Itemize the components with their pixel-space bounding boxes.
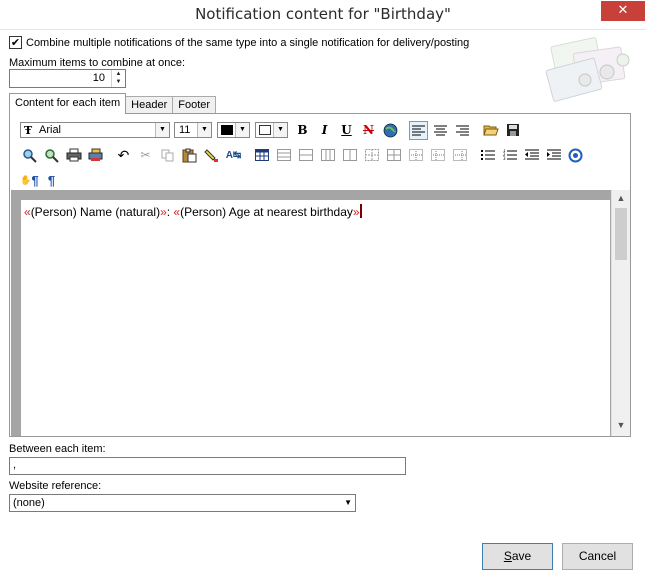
chevron-down-icon[interactable]: ▼	[155, 123, 169, 137]
open-folder-icon[interactable]	[481, 121, 500, 140]
text-color-select[interactable]: ▼	[217, 122, 250, 138]
bullet-list-icon[interactable]	[478, 146, 497, 165]
tab-content-each-item[interactable]: Content for each item	[9, 93, 127, 114]
print-icon[interactable]	[64, 146, 83, 165]
strikethrough-button[interactable]: N	[359, 121, 378, 140]
tab-footer[interactable]: Footer	[172, 96, 217, 114]
bg-color-swatch	[259, 125, 271, 135]
save-button[interactable]: Save	[482, 543, 553, 570]
align-left-icon[interactable]	[409, 120, 428, 140]
font-size-select[interactable]: 11 ▼	[174, 122, 212, 138]
table-merge-icon[interactable]	[362, 146, 381, 165]
save-disk-icon[interactable]	[503, 121, 522, 140]
numbered-list-icon[interactable]: 123	[500, 146, 519, 165]
indent-increase-icon[interactable]	[544, 146, 563, 165]
chevron-down-icon[interactable]: ▼	[344, 498, 352, 507]
tab-header[interactable]: Header	[125, 96, 174, 114]
scroll-down-icon[interactable]: ▼	[612, 417, 630, 434]
window-title: Notification content for "Birthday"	[195, 5, 451, 23]
spell-check-icon[interactable]	[566, 146, 585, 165]
font-icon: Ŧ	[24, 124, 33, 137]
website-reference-value: (none)	[13, 497, 45, 509]
cancel-button[interactable]: Cancel	[562, 543, 633, 570]
chevron-down-icon[interactable]: ▼	[273, 123, 287, 137]
highlighter-icon[interactable]	[202, 146, 221, 165]
combine-label: Combine multiple notifications of the sa…	[26, 36, 470, 49]
edit-toolbar: ↶ ✂ A↹ 123	[20, 145, 588, 165]
table-borders-icon[interactable]	[406, 146, 425, 165]
scrollbar-thumb[interactable]	[615, 208, 627, 260]
font-size-value: 11	[179, 124, 191, 136]
between-items-label: Between each item:	[9, 443, 106, 455]
text-caret	[359, 204, 362, 218]
align-center-icon[interactable]	[431, 121, 450, 140]
indent-decrease-icon[interactable]	[522, 146, 541, 165]
merge-field-age[interactable]: (Person) Age at nearest birthday	[180, 205, 353, 219]
text-color-swatch	[221, 125, 233, 135]
scroll-up-icon[interactable]: ▲	[612, 190, 630, 207]
pilcrow-icon[interactable]: ¶	[42, 171, 61, 190]
tab-panel: Ŧ Arial ▼ 11 ▼ ▼ ▼ B I U N ↶ ✂ A↹ 1 2 3 …	[9, 113, 631, 437]
max-items-spinner[interactable]: 10 ▲ ▼	[9, 69, 126, 88]
chevron-down-icon[interactable]: ▼	[235, 123, 249, 137]
max-items-value[interactable]: 10	[93, 72, 105, 84]
paragraph-toolbar: ✋ ¶ ¶	[20, 170, 64, 190]
zoom-out-icon[interactable]	[42, 146, 61, 165]
merge-field-close: »	[160, 205, 167, 219]
italic-button[interactable]: I	[315, 121, 334, 140]
insert-table-icon[interactable]	[252, 146, 271, 165]
title-bar: Notification content for "Birthday" ✕	[0, 0, 646, 30]
font-name-value: Arial	[39, 124, 62, 136]
format-toolbar: Ŧ Arial ▼ 11 ▼ ▼ ▼ B I U N	[20, 120, 525, 140]
cut-icon[interactable]: ✂	[136, 146, 155, 165]
spin-down-icon[interactable]: ▼	[112, 78, 125, 86]
table-delete-row-icon[interactable]	[296, 146, 315, 165]
table-props-icon[interactable]	[450, 146, 469, 165]
close-button[interactable]: ✕	[601, 1, 645, 21]
table-insert-row-icon[interactable]	[274, 146, 293, 165]
align-right-icon[interactable]	[453, 121, 472, 140]
bg-color-select[interactable]: ▼	[255, 122, 288, 138]
editor-frame: «(Person) Name (natural)»: «(Person) Age…	[11, 190, 630, 436]
table-delete-col-icon[interactable]	[340, 146, 359, 165]
editor-scrollbar[interactable]: ▲ ▼	[611, 190, 630, 436]
spinner-arrows[interactable]: ▲ ▼	[111, 70, 125, 87]
show-formatting-hand-icon[interactable]: ✋ ¶	[20, 171, 39, 190]
table-insert-col-icon[interactable]	[318, 146, 337, 165]
paste-icon[interactable]	[180, 146, 199, 165]
merge-field-open: «	[24, 205, 31, 219]
font-name-select[interactable]: Ŧ Arial ▼	[20, 122, 170, 138]
undo-icon[interactable]: ↶	[114, 146, 133, 165]
between-items-input[interactable]: ,	[9, 457, 406, 475]
merge-field-name[interactable]: (Person) Name (natural)	[31, 205, 160, 219]
hyperlink-globe-icon[interactable]	[381, 121, 400, 140]
website-reference-label: Website reference:	[9, 480, 102, 492]
tab-strip: Content for each item Header Footer	[9, 93, 217, 114]
merge-field-close: »	[352, 205, 360, 219]
svg-text:3: 3	[503, 156, 506, 161]
table-split-icon[interactable]	[384, 146, 403, 165]
table-cell-props-icon[interactable]	[428, 146, 447, 165]
combine-checkbox[interactable]: ✔	[9, 36, 22, 49]
zoom-in-icon[interactable]	[20, 146, 39, 165]
max-items-label: Maximum items to combine at once:	[9, 57, 186, 69]
rich-text-editor[interactable]: «(Person) Name (natural)»: «(Person) Age…	[21, 200, 610, 436]
envelopes-icon	[545, 36, 635, 106]
spin-up-icon[interactable]: ▲	[112, 70, 125, 78]
replace-icon[interactable]: A↹	[224, 146, 243, 165]
underline-button[interactable]: U	[337, 121, 356, 140]
bold-button[interactable]: B	[293, 121, 312, 140]
print-preview-icon[interactable]	[86, 146, 105, 165]
chevron-down-icon[interactable]: ▼	[197, 123, 211, 137]
website-reference-select[interactable]: (none) ▼	[9, 494, 356, 512]
combine-checkbox-row[interactable]: ✔ Combine multiple notifications of the …	[9, 36, 469, 49]
copy-icon[interactable]	[158, 146, 177, 165]
